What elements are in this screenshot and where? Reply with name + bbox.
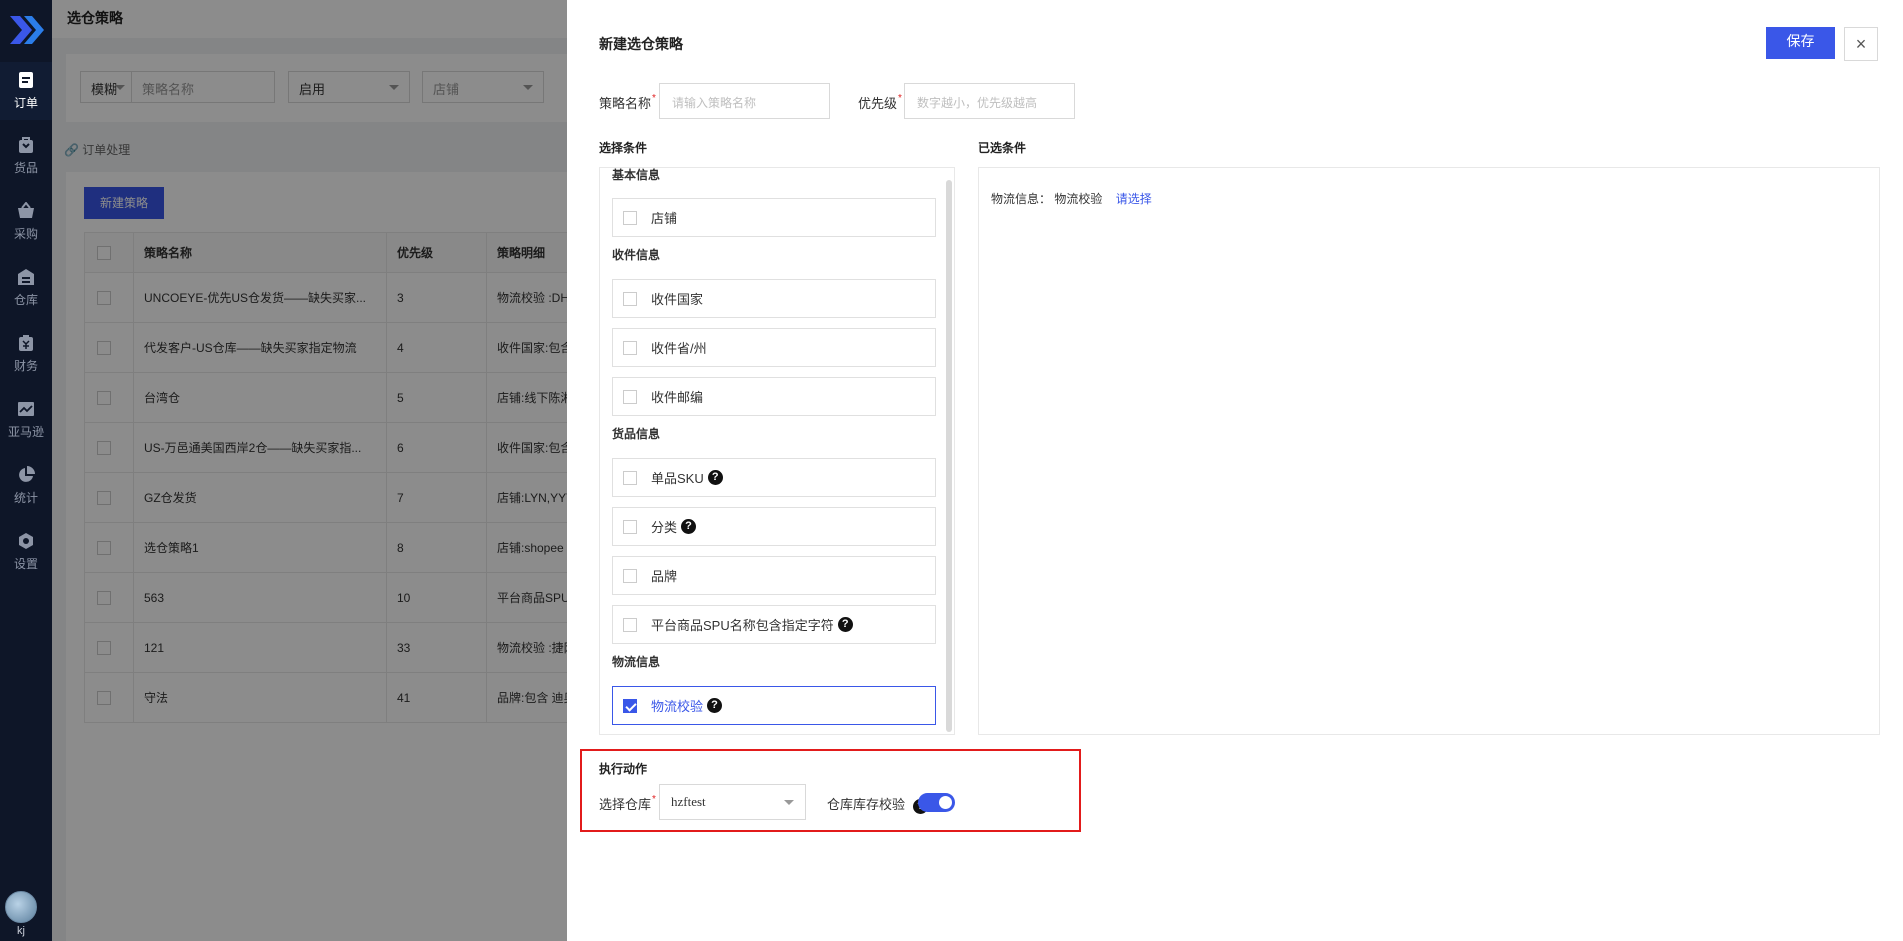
modal-overlay[interactable]: [52, 0, 619, 941]
checkbox[interactable]: [623, 617, 637, 632]
help-icon[interactable]: ?: [707, 698, 723, 713]
condition-label: 收件省/州: [651, 341, 707, 356]
priority-label: 优先级*: [858, 93, 902, 112]
nav-item-finance[interactable]: 财务: [0, 325, 52, 383]
please-select-link[interactable]: 请选择: [1116, 192, 1152, 206]
priority-input[interactable]: 数字越小，优先级越高: [904, 83, 1075, 119]
condition-label: 店铺: [651, 211, 678, 226]
nav-label: 财务: [13, 359, 38, 373]
warehouse-value: hzftest: [671, 794, 706, 809]
nav-item-goods[interactable]: 货品: [0, 127, 52, 185]
conditions-title: 选择条件: [599, 141, 648, 155]
warehouse-select[interactable]: hzftest: [659, 784, 806, 820]
label-text: 选择仓库: [599, 797, 652, 812]
condition-label: 平台商品SPU名称包含指定字符: [651, 618, 834, 633]
required-mark: *: [898, 93, 902, 104]
purchase-icon: [18, 202, 34, 218]
label-text: 仓库库存校验: [827, 797, 906, 812]
checkbox-checked[interactable]: [623, 698, 637, 713]
help-icon[interactable]: ?: [837, 617, 853, 632]
checkbox[interactable]: [623, 210, 637, 225]
nav-item-statistics[interactable]: 统计: [0, 457, 52, 515]
checkbox[interactable]: [623, 291, 637, 306]
condition-logistics-check[interactable]: 物流校验?: [612, 686, 936, 725]
condition-label: 分类: [651, 520, 678, 535]
warehouse-icon: [18, 269, 34, 285]
execute-action-section: 执行动作 选择仓库* hzftest 仓库库存校验?: [580, 749, 1081, 832]
condition-sku[interactable]: 单品SKU?: [612, 458, 936, 497]
condition-recipient-zip[interactable]: 收件邮编: [612, 377, 936, 416]
nav-item-order[interactable]: 订单: [0, 62, 52, 120]
condition-label: 收件邮编: [651, 390, 704, 405]
condition-brand[interactable]: 品牌: [612, 556, 936, 595]
order-icon: [19, 72, 33, 88]
new-strategy-drawer: 新建选仓策略 保存 × 策略名称* 请输入策略名称 优先级* 数字越小，优先级越…: [567, 0, 1903, 941]
checkbox[interactable]: [623, 568, 637, 583]
checkbox[interactable]: [623, 519, 637, 534]
conditions-panel: 基本信息 店铺 收件信息 收件国家 收件省/州 收件邮编 货品信息 单品SKU?…: [599, 167, 955, 735]
goods-icon: [19, 137, 33, 153]
selected-condition-value: 物流校验: [1054, 192, 1103, 206]
help-icon[interactable]: ?: [681, 519, 697, 534]
selected-group-label: 物流信息：: [991, 192, 1052, 206]
label-text: 优先级: [858, 96, 898, 111]
execute-action-title: 执行动作: [599, 762, 648, 776]
nav-label: 亚马逊: [7, 425, 44, 439]
group-basic-info: 基本信息: [612, 168, 661, 182]
nav-item-warehouse[interactable]: 仓库: [0, 259, 52, 317]
checkbox[interactable]: [623, 340, 637, 355]
condition-recipient-province[interactable]: 收件省/州: [612, 328, 936, 367]
amazon-chart-icon: [18, 402, 34, 416]
stock-check-toggle[interactable]: [918, 793, 955, 812]
nav-label: 仓库: [13, 293, 38, 307]
nav-label: 采购: [13, 227, 38, 241]
finance-icon: [19, 335, 33, 351]
stock-check-label: 仓库库存校验?: [827, 794, 929, 814]
checkbox[interactable]: [623, 389, 637, 404]
required-mark: *: [652, 93, 656, 104]
side-nav: 订单 货品 采购 仓库 财务 亚马逊 统计 设置 kj: [0, 0, 52, 941]
selected-conditions-title: 已选条件: [978, 141, 1027, 155]
user-name: kj: [17, 925, 25, 937]
settings-icon: [19, 533, 33, 549]
group-logistics-info: 物流信息: [612, 655, 661, 669]
toggle-knob: [939, 796, 952, 809]
condition-shop[interactable]: 店铺: [612, 198, 936, 237]
group-recipient-info: 收件信息: [612, 248, 661, 262]
nav-label: 设置: [13, 557, 38, 571]
condition-label: 品牌: [651, 569, 678, 584]
nav-item-purchase[interactable]: 采购: [0, 193, 52, 251]
scrollbar[interactable]: [946, 180, 952, 732]
chevron-down-icon: [784, 800, 794, 805]
selected-conditions-panel: 物流信息： 物流校验 请选择: [978, 167, 1880, 735]
label-text: 策略名称: [599, 96, 652, 111]
avatar[interactable]: [5, 891, 37, 923]
condition-label: 物流校验: [651, 699, 704, 714]
selected-condition-row: 物流信息： 物流校验 请选择: [991, 190, 1152, 207]
condition-label: 收件国家: [651, 292, 704, 307]
condition-label: 单品SKU: [651, 471, 704, 486]
warehouse-label: 选择仓库*: [599, 794, 656, 813]
nav-label: 订单: [13, 96, 38, 110]
nav-item-settings[interactable]: 设置: [0, 523, 52, 581]
nav-label: 统计: [13, 491, 38, 505]
nav-item-amazon[interactable]: 亚马逊: [0, 391, 52, 449]
strategy-name-label: 策略名称*: [599, 93, 656, 112]
group-goods-info: 货品信息: [612, 427, 661, 441]
help-icon[interactable]: ?: [707, 470, 723, 485]
condition-recipient-country[interactable]: 收件国家: [612, 279, 936, 318]
save-button[interactable]: 保存: [1766, 27, 1835, 59]
required-mark: *: [652, 794, 656, 805]
condition-category[interactable]: 分类?: [612, 507, 936, 546]
app-logo-icon[interactable]: [6, 10, 46, 50]
condition-spu-name[interactable]: 平台商品SPU名称包含指定字符?: [612, 605, 936, 644]
close-icon: ×: [1855, 34, 1867, 54]
close-button[interactable]: ×: [1844, 27, 1878, 61]
pie-chart-icon: [19, 466, 35, 482]
drawer-title: 新建选仓策略: [599, 36, 683, 52]
checkbox[interactable]: [623, 470, 637, 485]
strategy-name-input[interactable]: 请输入策略名称: [659, 83, 830, 119]
nav-label: 货品: [13, 161, 38, 175]
